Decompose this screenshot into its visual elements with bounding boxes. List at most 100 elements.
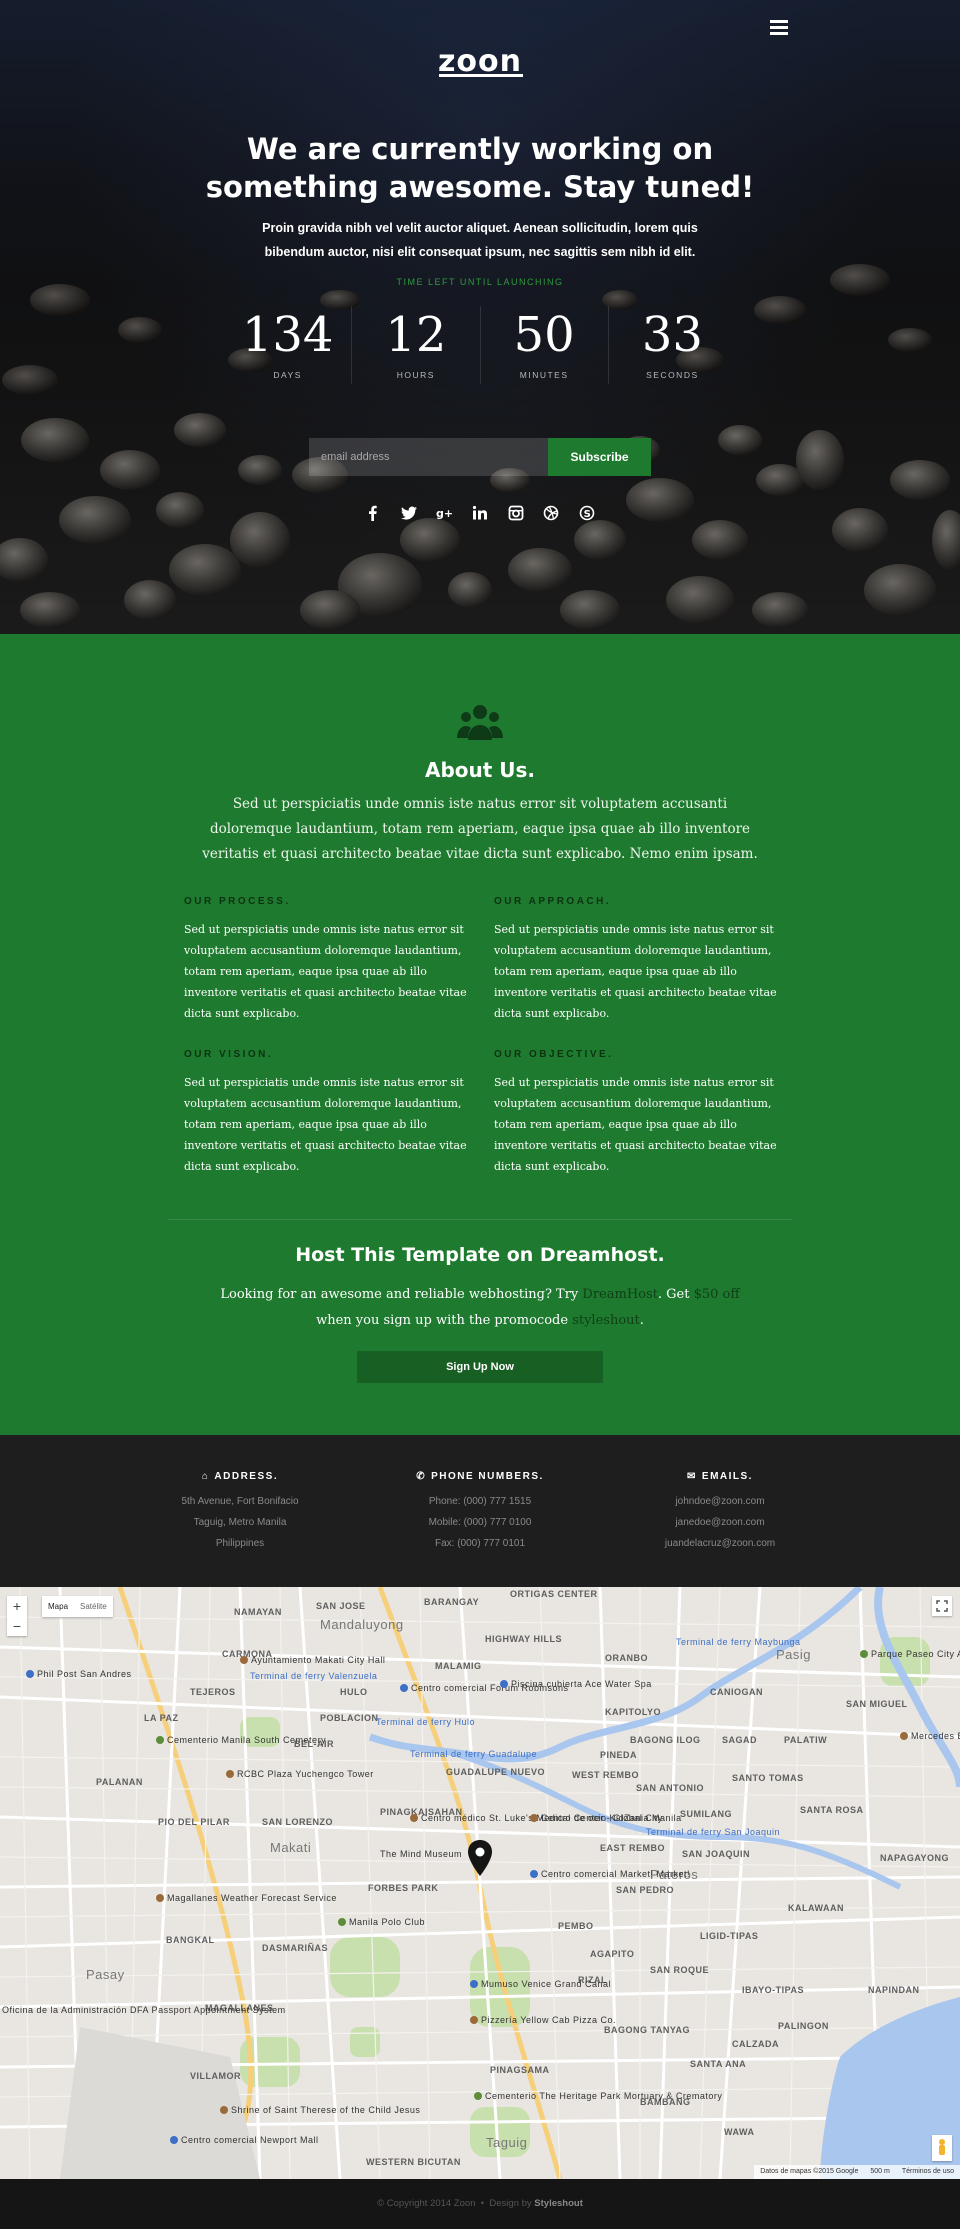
map-poi-parque[interactable]: Parque Paseo City Adventure Experience: [860, 1649, 960, 1659]
map-poi-centro-ocio[interactable]: Centro de ocio KidZania Manila: [530, 1813, 682, 1823]
facebook-icon[interactable]: [365, 505, 381, 521]
subscribe-button[interactable]: Subscribe: [548, 438, 651, 476]
map-poi-mumuso[interactable]: Mumuso Venice Grand Canal: [470, 1979, 611, 1989]
map-poi-newport[interactable]: Centro comercial Newport Mall: [170, 2135, 319, 2145]
countdown-hours-label: HOURS: [396, 370, 435, 380]
map-label-ligid-tipas: LIGID-TIPAS: [700, 1931, 759, 1941]
hero-headline-line-2: something awesome. Stay tuned!: [205, 170, 755, 204]
map-label-pinagsama: PINAGSAMA: [490, 2065, 550, 2075]
emails-heading: ✉ EMAILS.: [600, 1471, 840, 1482]
map-poi-pizzeria[interactable]: Pizzería Yellow Cab Pizza Co.: [470, 2015, 616, 2025]
map-poi-mind-museum[interactable]: The Mind Museum: [380, 1849, 462, 1859]
host-text-part-3: when you sign up with the promocode: [316, 1313, 573, 1328]
map-label-ibayo-tipas: IBAYO-TIPAS: [742, 1985, 805, 1995]
map-label-san-pedro: SAN PEDRO: [616, 1885, 675, 1895]
offer-link[interactable]: $50 off: [694, 1287, 740, 1302]
map-label-san-roque: SAN ROQUE: [650, 1965, 710, 1975]
map-terms-link[interactable]: Términos de uso: [902, 2168, 954, 2176]
designer-link[interactable]: Styleshout: [534, 2198, 583, 2209]
map-poi-phil-post[interactable]: Phil Post San Andres: [26, 1669, 132, 1679]
map-poi-heritage[interactable]: Cementerio The Heritage Park Mortuary & …: [474, 2091, 722, 2101]
map-poi-ayuntamiento[interactable]: Ayuntamiento Makati City Hall: [240, 1655, 385, 1665]
map-label-la-paz: LA PAZ: [144, 1713, 179, 1723]
map-label-kapitolyo: KAPITOLYO: [605, 1707, 662, 1717]
map-poi-shrine[interactable]: Shrine of Saint Therese of the Child Jes…: [220, 2105, 420, 2115]
zoom-in-button[interactable]: +: [7, 1596, 27, 1616]
map-type-map-button[interactable]: Mapa: [42, 1596, 74, 1617]
map-label-palingon: PALINGON: [778, 2021, 829, 2031]
map-label-kalawaan: KALAWAAN: [788, 1903, 844, 1913]
map-label-villamor: VILLAMOR: [190, 2071, 241, 2081]
instagram-icon[interactable]: [508, 505, 524, 521]
map-type-satellite-button[interactable]: Satélite: [74, 1596, 113, 1617]
map-poi-polo[interactable]: Manila Polo Club: [338, 1917, 425, 1927]
map-poi-ferry-guadalupe[interactable]: Terminal de ferry Guadalupe: [410, 1749, 537, 1759]
map-poi-magallanes[interactable]: Magallanes Weather Forecast Service: [156, 1893, 337, 1903]
map-poi-ferry-maybunga[interactable]: Terminal de ferry Maybunga: [676, 1637, 801, 1647]
map-label-makati: Makati: [270, 1840, 312, 1855]
emails-column: ✉ EMAILS. johndoe@zoon.com janedoe@zoon.c…: [600, 1471, 840, 1554]
svg-text:S: S: [584, 509, 591, 520]
host-title: Host This Template on Dreamhost.: [295, 1244, 665, 1266]
email-line-2[interactable]: janedoe@zoon.com: [600, 1512, 840, 1533]
map-poi-rcbc[interactable]: RCBC Plaza Yuchengco Tower: [226, 1769, 374, 1779]
map-label-santo-tomas: SANTO TOMAS: [732, 1773, 804, 1783]
map-label-barangay: BARANGAY: [424, 1597, 480, 1607]
map-label-san-jose: SAN JOSE: [316, 1601, 366, 1611]
google-map[interactable]: Mandaluyong Makati Pasay Taguig Pasig OR…: [0, 1587, 960, 2179]
dribbble-icon[interactable]: [543, 505, 559, 521]
map-poi-ferry-san-joaquin[interactable]: Terminal de ferry San Joaquin: [646, 1827, 780, 1837]
map-poi-oficina[interactable]: Oficina de la Administración DFA Passpor…: [2, 2005, 286, 2015]
map-label-palanan: PALANAN: [96, 1777, 143, 1787]
linkedin-icon[interactable]: [472, 505, 488, 521]
map-attribution: Datos de mapas ©2015 Google 500 m Términ…: [754, 2165, 960, 2179]
map-zoom-controls: + −: [7, 1596, 27, 1636]
map-label-calzada: CALZADA: [732, 2039, 779, 2049]
address-column: ⌂ ADDRESS. 5th Avenue, Fort Bonifacio Tag…: [120, 1471, 360, 1554]
map-label-mandaluyong: Mandaluyong: [320, 1617, 404, 1632]
fullscreen-icon[interactable]: [932, 1596, 952, 1616]
zoom-out-button[interactable]: −: [7, 1616, 27, 1636]
hero-lead: Proin gravida nibh vel velit auctor aliq…: [262, 221, 698, 259]
map-label-dasmarinas: DASMARIÑAS: [262, 1943, 329, 1953]
map-poi-piscina[interactable]: Piscina cubierta Ace Water Spa: [500, 1679, 652, 1689]
countdown-minutes-value: 50: [513, 307, 575, 363]
section-divider: [168, 1219, 792, 1220]
dreamhost-link[interactable]: DreamHost: [582, 1287, 657, 1302]
footer: © Copyright 2014 Zoon • Design by Styles…: [0, 2179, 960, 2229]
subscribe-form: Subscribe: [309, 438, 651, 476]
phone-line-3: Fax: (000) 777 0101: [434, 1538, 526, 1549]
map-label-oranbo: ORANBO: [605, 1653, 648, 1663]
twitter-icon[interactable]: [400, 505, 417, 521]
contact-section: ⌂ ADDRESS. 5th Avenue, Fort Bonifacio Tag…: [0, 1435, 960, 1587]
promocode: styleshout: [572, 1313, 640, 1328]
email-line-3[interactable]: juandelacruz@zoon.com: [600, 1533, 840, 1554]
street-view-pegman-icon[interactable]: [932, 2135, 952, 2161]
countdown-days: 134 DAYS: [224, 306, 353, 384]
map-poi-ferry-hulo[interactable]: Terminal de ferry Hulo: [376, 1717, 475, 1727]
map-scale: 500 m: [870, 2168, 890, 2175]
skype-icon[interactable]: S: [579, 505, 595, 521]
google-plus-icon[interactable]: g+: [436, 505, 453, 521]
our-vision-block: OUR VISION. Sed ut perspiciatis unde omn…: [184, 1049, 474, 1177]
sign-up-button[interactable]: Sign Up Now: [357, 1351, 603, 1383]
address-line-3: Philippines: [215, 1538, 265, 1549]
map-poi-cementerio[interactable]: Cementerio Manila South Cemetery: [156, 1735, 326, 1745]
map-poi-market[interactable]: Centro comercial Market! Market!: [530, 1869, 690, 1879]
address-line-1: 5th Avenue, Fort Bonifacio: [181, 1496, 299, 1507]
map-label-taguig: Taguig: [486, 2135, 528, 2150]
email-input[interactable]: [309, 438, 548, 476]
hero-section: zoon We are currently working on somethi…: [0, 0, 960, 634]
map-label-guadalupe: GUADALUPE NUEVO: [446, 1767, 546, 1777]
hamburger-menu-icon[interactable]: [770, 20, 788, 35]
our-process-text: Sed ut perspiciatis unde omnis iste natu…: [184, 923, 467, 1020]
hero-headline-line-1: We are currently working on: [246, 132, 714, 166]
phones-title: PHONE NUMBERS.: [431, 1471, 544, 1482]
social-links: g+ S: [365, 505, 595, 525]
map-poi-ferry-valenzuela[interactable]: Terminal de ferry Valenzuela: [250, 1671, 377, 1681]
map-poi-mercedes[interactable]: Mercedes Executive Vil: [900, 1731, 960, 1741]
map-marker-pin-icon[interactable]: [467, 1840, 493, 1876]
email-line-1[interactable]: johndoe@zoon.com: [600, 1491, 840, 1512]
map-label-wawa: WAWA: [724, 2127, 755, 2137]
countdown-days-label: DAYS: [273, 370, 302, 380]
